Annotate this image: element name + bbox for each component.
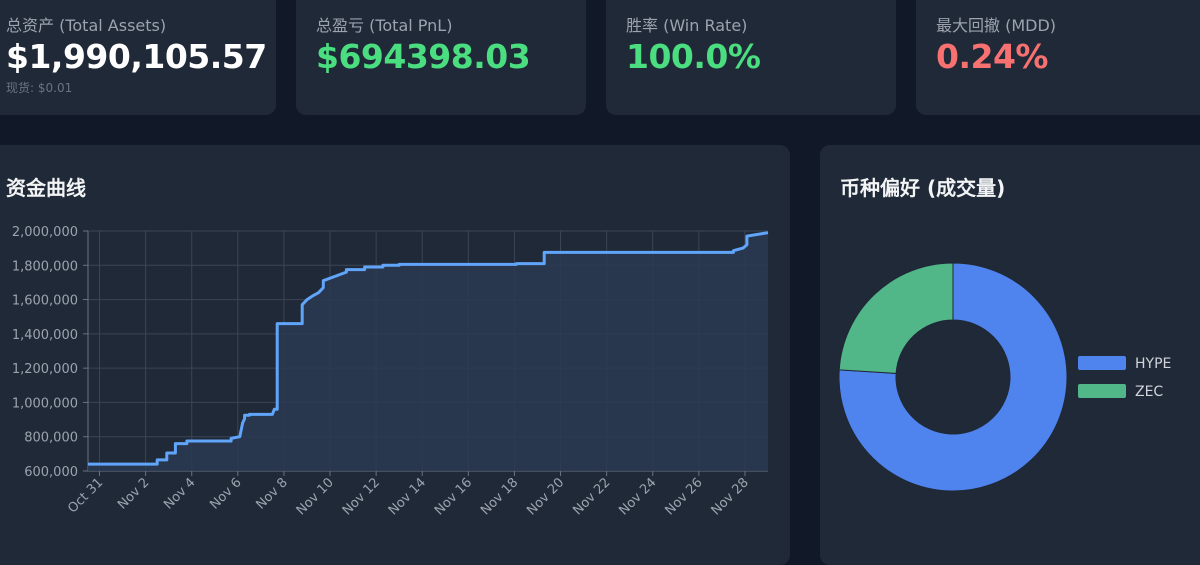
stat-card-total-assets: 总资产 (Total Assets) $1,990,105.57 现货: $0.… xyxy=(0,0,276,115)
y-tick-label: 2,000,000 xyxy=(12,225,78,240)
stat-value: 100.0% xyxy=(626,37,761,76)
x-tick-label: Nov 28 xyxy=(709,475,752,518)
y-tick-label: 1,800,000 xyxy=(12,259,78,274)
x-tick-label: Nov 4 xyxy=(161,475,198,512)
stat-value: $1,990,105.57 xyxy=(6,37,267,76)
equity-chart: 600,000 800,000 1,000,000 1,200,000 1,400,00… xyxy=(12,225,769,518)
x-tick-label: Nov 2 xyxy=(115,475,152,512)
stat-label: 总资产 (Total Assets) xyxy=(6,16,167,35)
stat-card-total-pnl: 总盈亏 (Total PnL) $694398.03 xyxy=(296,0,586,115)
y-tick-label: 600,000 xyxy=(24,465,78,480)
x-tick-label: Oct 31 xyxy=(65,475,106,516)
donut-chart: HYPE ZEC xyxy=(838,262,1171,492)
donut-slice-zec xyxy=(838,262,954,374)
x-tick-label: Nov 8 xyxy=(253,475,290,512)
equity-area xyxy=(88,232,768,471)
x-tick-label: Nov 6 xyxy=(207,475,244,512)
y-tick-label: 800,000 xyxy=(24,431,78,446)
stat-value: $694398.03 xyxy=(316,37,531,76)
legend-swatch xyxy=(1078,356,1126,370)
x-tick-label: Nov 22 xyxy=(570,475,613,518)
y-tick-label: 1,200,000 xyxy=(12,362,78,377)
x-tick-label: Nov 20 xyxy=(524,475,567,518)
x-tick-label: Nov 14 xyxy=(386,475,429,518)
y-tick-label: 1,600,000 xyxy=(12,294,78,309)
x-tick-label: Nov 16 xyxy=(432,475,475,518)
stat-card-mdd: 最大回撤 (MDD) 0.24% xyxy=(916,0,1200,115)
stat-label: 总盈亏 (Total PnL) xyxy=(316,16,453,35)
legend-label: HYPE xyxy=(1135,356,1171,372)
x-tick-label: Nov 12 xyxy=(340,475,383,518)
x-tick-label: Nov 26 xyxy=(663,475,706,518)
x-tick-label: Nov 10 xyxy=(294,475,337,518)
legend-swatch xyxy=(1078,384,1126,398)
stat-sub: 现货: $0.01 xyxy=(6,81,73,95)
legend-label: ZEC xyxy=(1135,384,1163,400)
y-tick-label: 1,400,000 xyxy=(12,328,78,343)
x-tick-label: Nov 18 xyxy=(478,475,521,518)
y-tick-label: 1,000,000 xyxy=(12,396,78,411)
stat-value: 0.24% xyxy=(936,37,1049,76)
x-tick-label: Nov 24 xyxy=(616,475,659,518)
stat-label: 最大回撤 (MDD) xyxy=(936,16,1057,35)
stat-card-win-rate: 胜率 (Win Rate) 100.0% xyxy=(606,0,896,115)
stat-label: 胜率 (Win Rate) xyxy=(626,16,748,35)
